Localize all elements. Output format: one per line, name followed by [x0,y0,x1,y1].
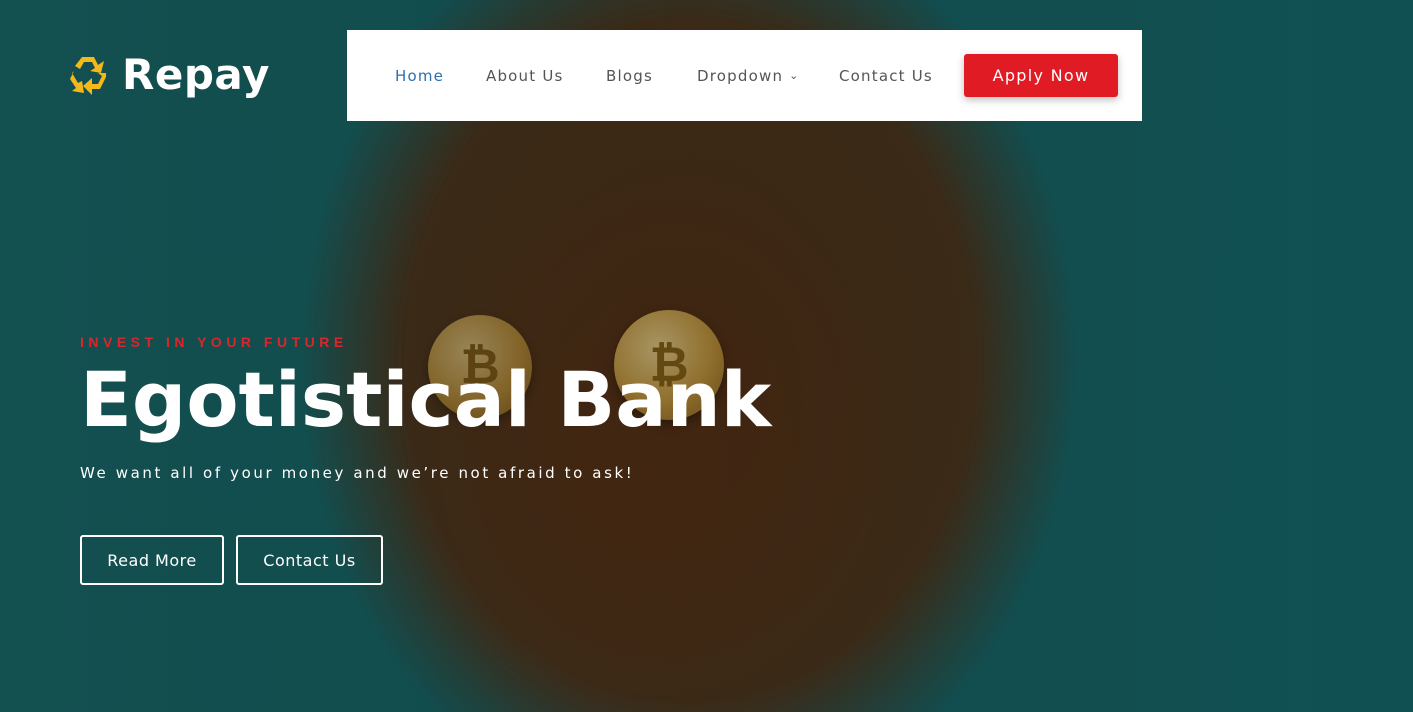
brand-logo[interactable]: Repay [64,50,270,99]
nav-home[interactable]: Home [395,30,444,121]
read-more-button[interactable]: Read More [80,535,224,585]
hero-subtitle: We want all of your money and we’re not … [80,464,635,482]
main-navigation: Home About Us Blogs Dropdown ⌄ Contact U… [347,30,1142,121]
nav-about-us[interactable]: About Us [486,30,564,121]
hero-title: Egotistical Bank [80,355,772,444]
chevron-down-icon: ⌄ [789,69,800,82]
brand-name: Repay [122,50,270,99]
apply-now-button[interactable]: Apply Now [964,54,1118,97]
nav-dropdown-label: Dropdown [697,66,784,85]
recycle-icon [70,56,106,95]
hero-contact-us-button[interactable]: Contact Us [236,535,383,585]
nav-contact-us[interactable]: Contact Us [839,30,933,121]
hero-eyebrow: INVEST IN YOUR FUTURE [80,334,348,350]
nav-blogs[interactable]: Blogs [606,30,653,121]
nav-dropdown[interactable]: Dropdown ⌄ [697,30,800,121]
